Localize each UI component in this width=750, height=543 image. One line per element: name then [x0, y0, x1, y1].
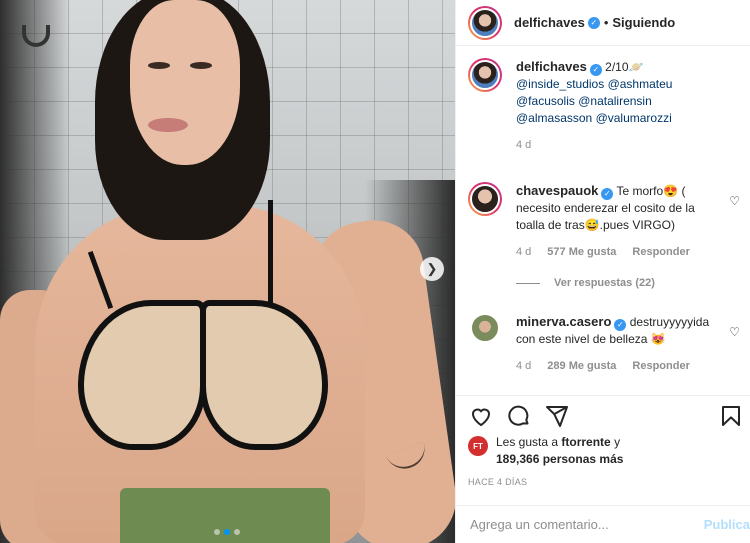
view-replies-label: Ver respuestas (22) — [554, 277, 655, 289]
mention-link[interactable]: @facusolis — [516, 94, 575, 108]
replies-line — [516, 282, 540, 284]
post-header: delfichaves ✓ • Siguiendo — [456, 0, 750, 46]
lips — [148, 118, 188, 132]
likes-conj: y — [614, 435, 621, 449]
caption-text: 2/10🪐 — [605, 60, 644, 74]
chevron-right-icon: ❯ — [426, 261, 438, 276]
bra-cup-right — [200, 300, 328, 450]
separator-dot: • — [603, 15, 609, 30]
eye-left — [148, 62, 170, 69]
comment-body: minerva.casero ✓ destruyyyyyida con este … — [516, 313, 726, 375]
verified-icon: ✓ — [614, 318, 627, 331]
comment-icon[interactable] — [506, 403, 532, 429]
like-heart-icon[interactable] — [468, 403, 494, 429]
comment-composer: Publicar — [456, 505, 750, 543]
eye-right — [190, 62, 212, 69]
reply-button[interactable]: Responder — [632, 358, 689, 375]
comment-input[interactable] — [470, 517, 680, 532]
bra-cup-left — [78, 300, 206, 450]
bookmark-icon[interactable] — [718, 403, 744, 429]
publish-button[interactable]: Publicar — [704, 517, 750, 532]
comments-list[interactable]: delfichaves ✓ 2/10🪐 @inside_studios @ashm… — [456, 58, 750, 394]
caption-meta: 4 d — [516, 137, 726, 154]
likes-count[interactable]: 189,366 personas más — [496, 452, 623, 466]
post-date[interactable]: HACE 4 DÍAS — [468, 477, 527, 487]
carousel-next-button[interactable]: ❯ — [420, 257, 444, 281]
comment-author[interactable]: minerva.casero — [516, 314, 611, 329]
caption-time: 4 d — [516, 139, 532, 151]
caption-avatar[interactable] — [468, 58, 502, 92]
carousel-dot-active — [224, 529, 230, 535]
post-sidebar: delfichaves ✓ • Siguiendo delfichaves ✓ 2… — [455, 0, 750, 543]
author-avatar[interactable] — [468, 5, 502, 40]
comment-avatar[interactable] — [468, 182, 502, 216]
likes-text: Les gusta a ftorrente y 189,366 personas… — [496, 434, 623, 468]
comment-avatar[interactable] — [470, 313, 500, 343]
caption-author[interactable]: delfichaves — [516, 59, 587, 74]
verified-icon: ✓ — [589, 63, 602, 76]
mention-link[interactable]: @ashmateu — [608, 77, 673, 91]
comment-meta: 4 d 289 Me gusta Responder — [516, 358, 726, 375]
comment-time: 4 d — [516, 246, 532, 258]
comment-likes[interactable]: 577 Me gusta — [547, 244, 616, 261]
action-bar — [456, 395, 750, 435]
comment-meta: 4 d 577 Me gusta Responder — [516, 244, 726, 261]
bra — [78, 300, 328, 450]
bra-strap-right — [268, 200, 273, 305]
likes-summary: FT Les gusta a ftorrente y 189,366 perso… — [468, 434, 750, 468]
caption-body: delfichaves ✓ 2/10🪐 @inside_studios @ashm… — [516, 58, 726, 154]
post-photo[interactable]: ❯ — [0, 0, 455, 543]
liker-username[interactable]: ftorrente — [561, 435, 610, 449]
view-replies-button[interactable]: Ver respuestas (22) — [516, 277, 750, 289]
like-comment-heart-icon[interactable]: ♡ — [729, 325, 740, 339]
face — [130, 0, 240, 165]
carousel-dot — [234, 529, 240, 535]
comment-body: chavespauok ✓ Te morfo😍 ( necesito endere… — [516, 182, 726, 261]
comment-item: minerva.casero ✓ destruyyyyyida con este … — [456, 313, 750, 375]
liker-avatar[interactable]: FT — [468, 436, 488, 456]
verified-icon: ✓ — [587, 16, 600, 29]
reply-button[interactable]: Responder — [632, 244, 689, 261]
following-button[interactable]: Siguiendo — [612, 15, 675, 30]
likes-prefix: Les gusta a — [496, 435, 559, 449]
comment-item: chavespauok ✓ Te morfo😍 ( necesito endere… — [456, 182, 750, 261]
mention-link[interactable]: @almasasson — [516, 111, 592, 125]
verified-icon: ✓ — [601, 187, 614, 200]
comment-time: 4 d — [516, 360, 532, 372]
like-comment-heart-icon[interactable]: ♡ — [729, 194, 740, 208]
share-icon[interactable] — [544, 403, 570, 429]
author-username[interactable]: delfichaves — [514, 15, 585, 30]
mention-link[interactable]: @valumarozzi — [596, 111, 672, 125]
carousel-dot — [214, 529, 220, 535]
caption: delfichaves ✓ 2/10🪐 @inside_studios @ashm… — [456, 58, 750, 154]
mention-link[interactable]: @inside_studios — [516, 77, 604, 91]
comment-likes[interactable]: 289 Me gusta — [547, 358, 616, 375]
comment-author[interactable]: chavespauok — [516, 183, 598, 198]
carousel-dots — [214, 529, 240, 535]
mention-link[interactable]: @natalirensin — [578, 94, 652, 108]
